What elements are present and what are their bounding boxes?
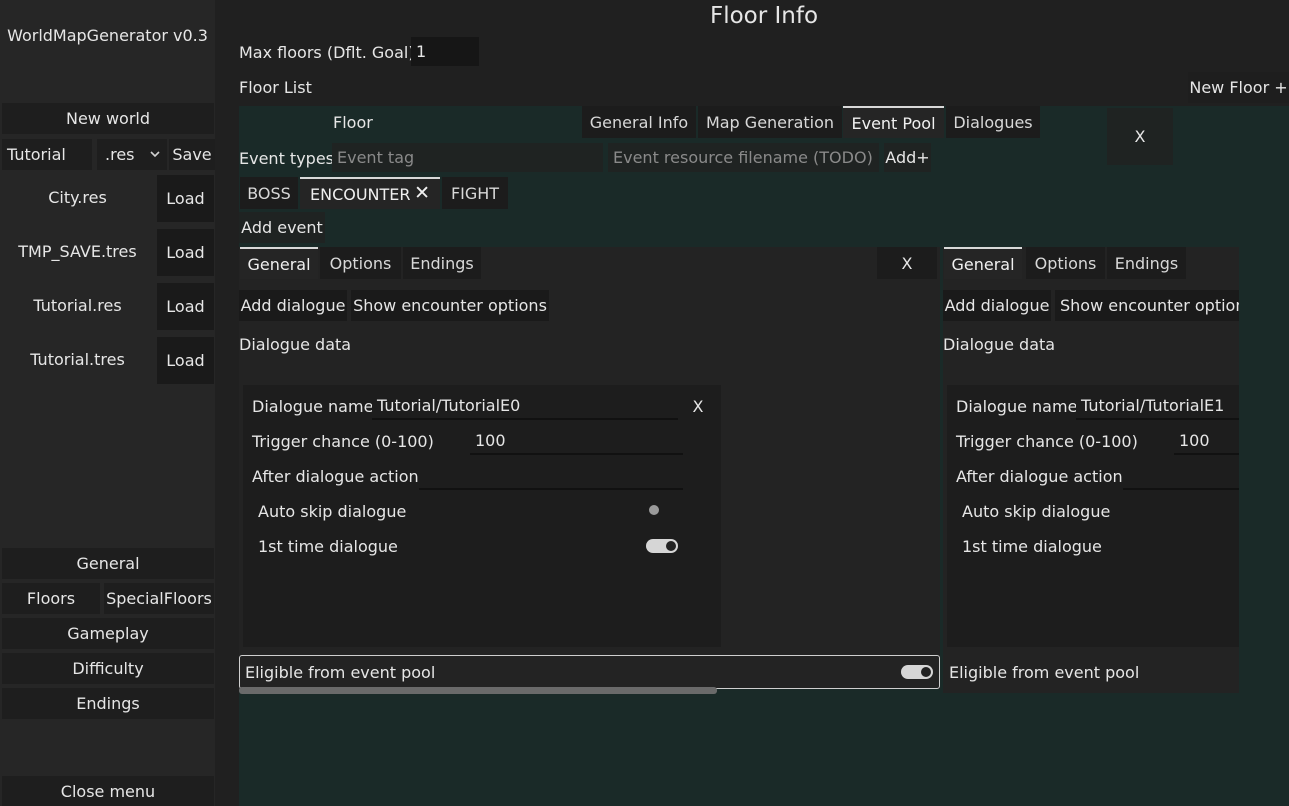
close-menu-button[interactable]: Close menu — [2, 776, 214, 806]
menu-gameplay[interactable]: Gameplay — [2, 618, 214, 649]
card1-tab-general[interactable]: General — [240, 247, 318, 279]
card2-tab-options[interactable]: Options — [1026, 247, 1105, 279]
card1-close-button[interactable]: X — [877, 247, 937, 279]
card1-dialogue-data-label: Dialogue data — [239, 335, 352, 354]
card2-add-dialogue-button[interactable]: Add dialogue — [943, 290, 1051, 321]
tab-dialogues[interactable]: Dialogues — [946, 106, 1040, 138]
event-types-label: Event types — [239, 149, 334, 168]
card1-auto-skip-radio[interactable] — [649, 505, 659, 515]
add-event-type-button[interactable]: Add+ — [884, 143, 931, 172]
event-tab-encounter[interactable]: ENCOUNTER ✕ — [300, 177, 440, 209]
card1-show-options-button[interactable]: Show encounter options — [351, 290, 549, 321]
card2-eligible-label: Eligible from event pool — [949, 663, 1140, 682]
max-floors-input[interactable]: 1 — [411, 37, 479, 66]
card2-dialogue-name-input[interactable]: Tutorial/TutorialE1 — [1076, 392, 1239, 420]
card2-tab-general[interactable]: General — [944, 247, 1022, 279]
file-name-2: Tutorial.res — [33, 296, 122, 315]
tab-event-pool[interactable]: Event Pool — [843, 106, 944, 138]
event-tab-encounter-label: ENCOUNTER — [310, 184, 411, 204]
tab-map-generation[interactable]: Map Generation — [698, 106, 842, 138]
load-button-0[interactable]: Load — [157, 175, 214, 222]
load-button-2[interactable]: Load — [157, 283, 214, 330]
event-tag-input[interactable]: Event tag — [332, 143, 603, 172]
card1-dialogue-name-label: Dialogue name — [252, 397, 374, 416]
card2-after-action-input[interactable] — [1123, 462, 1239, 490]
file-name-0: City.res — [48, 188, 107, 207]
menu-endings[interactable]: Endings — [2, 688, 214, 719]
card1-add-dialogue-button[interactable]: Add dialogue — [239, 290, 347, 321]
add-event-button[interactable]: Add event — [239, 212, 325, 243]
file-name-3: Tutorial.tres — [30, 350, 125, 369]
card1-after-action-label: After dialogue action — [252, 467, 419, 486]
event-tab-boss[interactable]: BOSS — [240, 177, 298, 209]
card1-dialogue-name-input[interactable]: Tutorial/TutorialE0 — [372, 392, 678, 420]
extension-value: .res — [105, 145, 135, 164]
card1-tab-options[interactable]: Options — [320, 247, 401, 279]
card1-tab-endings[interactable]: Endings — [403, 247, 481, 279]
load-button-1[interactable]: Load — [157, 229, 214, 276]
card1-dialogue-close-button[interactable]: X — [684, 392, 712, 420]
event-card-2: General Options Endings Add dialogue Sho… — [943, 247, 1239, 693]
card2-tab-endings[interactable]: Endings — [1107, 247, 1186, 279]
app-title: WorldMapGenerator v0.3 — [7, 26, 208, 45]
menu-special-floors[interactable]: SpecialFloors — [104, 583, 214, 614]
card2-show-options-button[interactable]: Show encounter option — [1055, 290, 1239, 321]
extension-select[interactable]: .res — [97, 139, 167, 170]
card2-trigger-chance-label: Trigger chance (0-100) — [956, 432, 1138, 451]
load-button-3[interactable]: Load — [157, 337, 214, 384]
page-title: Floor Info — [709, 3, 819, 29]
event-resource-input[interactable]: Event resource filename (TODO) — [608, 143, 879, 172]
card1-eligible-toggle[interactable] — [901, 665, 933, 679]
floor-label: Floor — [333, 113, 373, 132]
new-world-button[interactable]: New world — [2, 103, 214, 134]
card1-eligible-label: Eligible from event pool — [245, 663, 436, 682]
floor-list-label: Floor List — [239, 78, 312, 97]
card1-trigger-chance-input[interactable]: 100 — [470, 427, 683, 455]
card1-auto-skip-label: Auto skip dialogue — [258, 502, 407, 521]
save-button[interactable]: Save — [169, 139, 215, 170]
menu-floors[interactable]: Floors — [2, 583, 100, 614]
card2-first-time-label: 1st time dialogue — [962, 537, 1102, 556]
card2-auto-skip-label: Auto skip dialogue — [962, 502, 1111, 521]
max-floors-label: Max floors (Dflt. Goal) — [239, 43, 415, 62]
filename-input[interactable]: Tutorial — [2, 139, 92, 170]
sidebar: WorldMapGenerator v0.3 New world Tutoria… — [0, 0, 215, 806]
tab-general-info[interactable]: General Info — [582, 106, 696, 138]
file-name-1: TMP_SAVE.tres — [18, 242, 137, 261]
card1-after-action-input[interactable] — [419, 462, 683, 490]
card2-trigger-chance-input[interactable]: 100 — [1174, 427, 1239, 455]
horizontal-scrollbar[interactable] — [239, 687, 717, 694]
floor-close-button[interactable]: X — [1107, 108, 1173, 165]
new-floor-button[interactable]: New Floor + — [1188, 72, 1289, 103]
close-icon[interactable]: ✕ — [414, 182, 430, 204]
card1-first-time-label: 1st time dialogue — [258, 537, 398, 556]
card2-dialogue-data-label: Dialogue data — [943, 335, 1056, 354]
card2-dialogue-name-label: Dialogue name — [956, 397, 1078, 416]
menu-general[interactable]: General — [2, 548, 214, 579]
menu-difficulty[interactable]: Difficulty — [2, 653, 214, 684]
card1-trigger-chance-label: Trigger chance (0-100) — [252, 432, 434, 451]
card1-first-time-toggle[interactable] — [646, 539, 678, 553]
chevron-down-icon — [149, 145, 161, 164]
event-tab-fight[interactable]: FIGHT — [442, 177, 508, 209]
card2-after-action-label: After dialogue action — [956, 467, 1123, 486]
